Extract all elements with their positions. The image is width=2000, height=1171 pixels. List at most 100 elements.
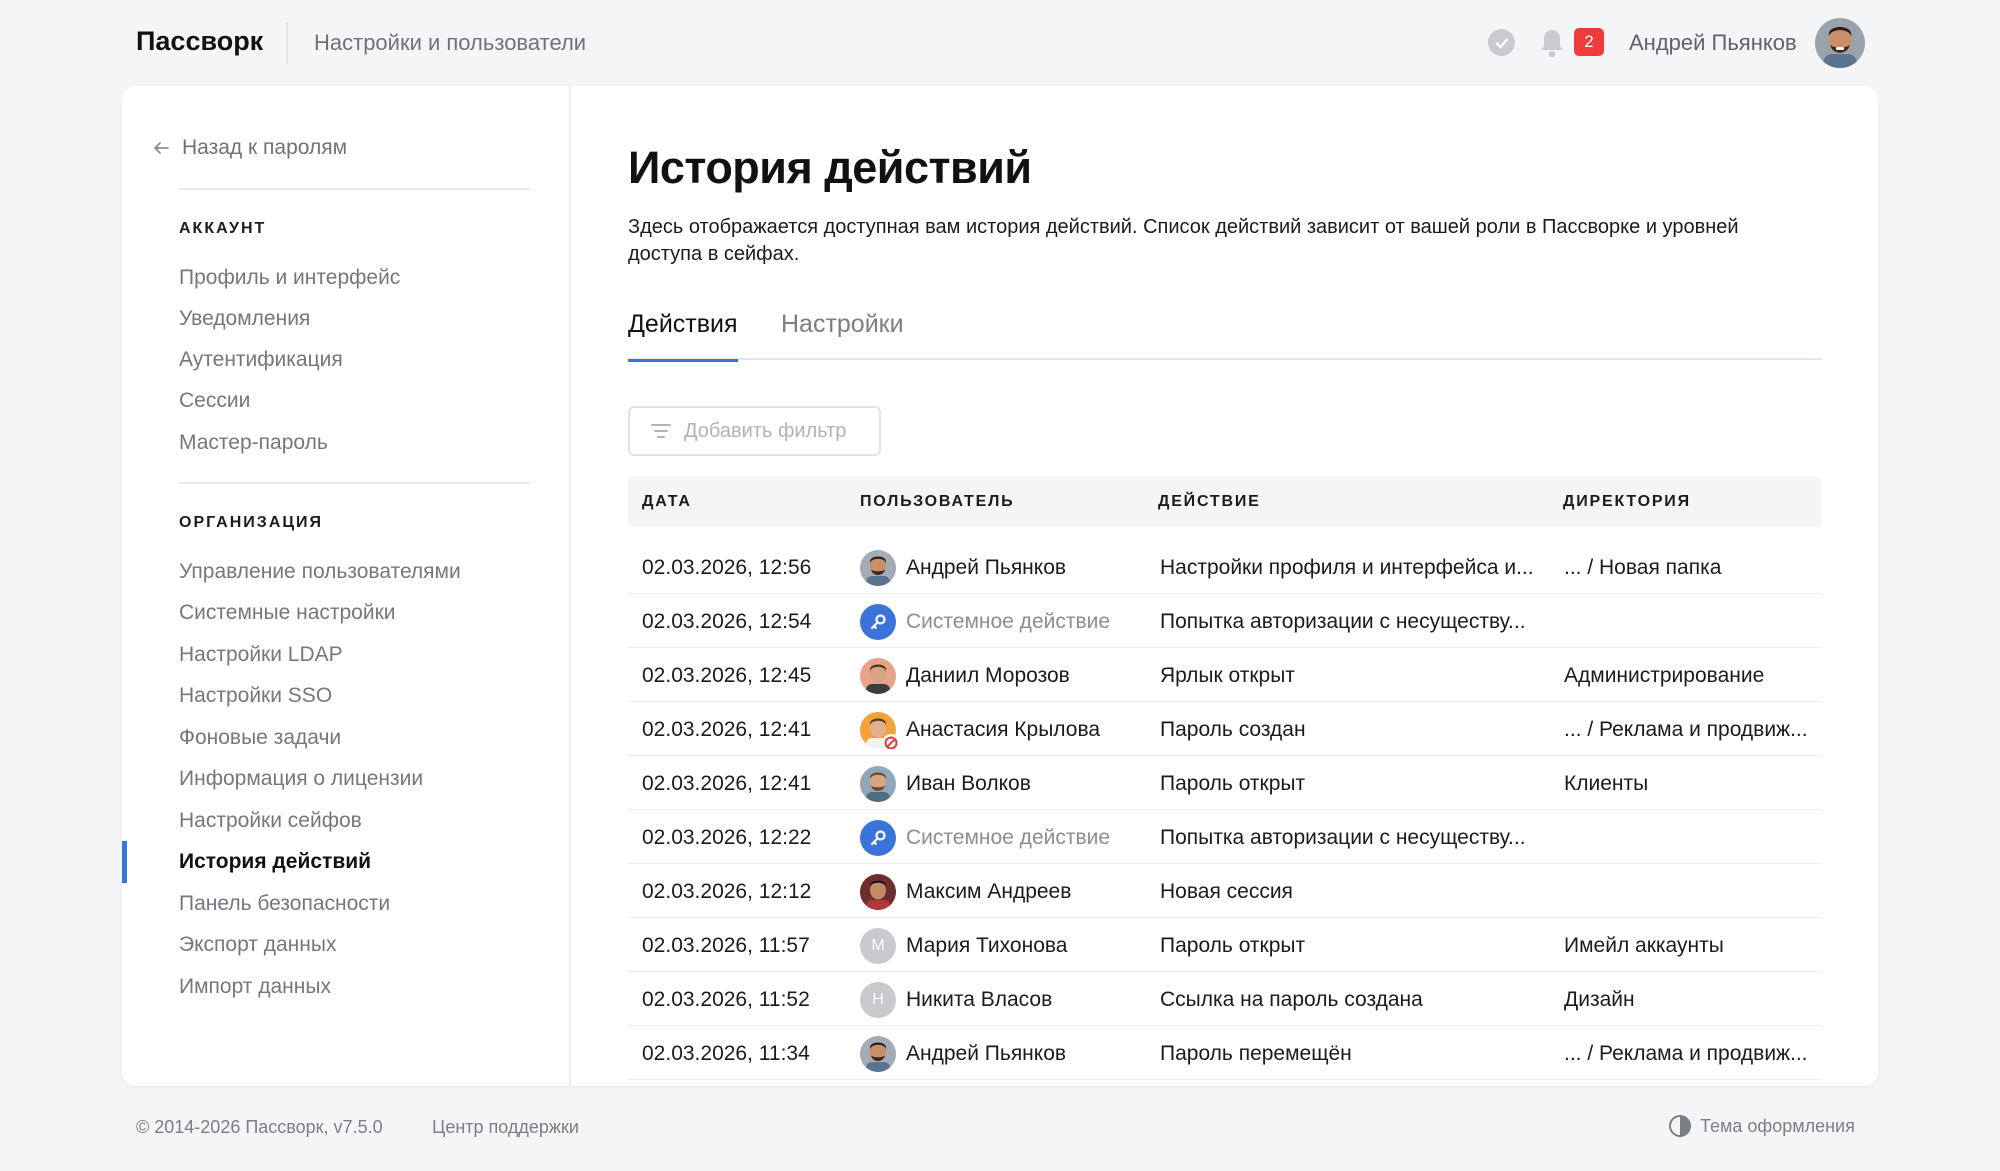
table-row[interactable]: 02.03.2026, 12:22 Системное действие Попыт… bbox=[628, 810, 1822, 864]
table-row[interactable]: 02.03.2026, 12:41 Анастасия Крылова Пароль… bbox=[628, 702, 1822, 756]
current-user-avatar[interactable] bbox=[1815, 18, 1865, 68]
tab-bar: Действия Настройки bbox=[628, 310, 1822, 362]
main-content: История действий Здесь отображается дост… bbox=[571, 86, 1878, 1086]
user-name: Иван Волков bbox=[906, 772, 1031, 795]
column-header-date[interactable]: ДАТА bbox=[642, 493, 692, 511]
system-avatar bbox=[860, 604, 896, 640]
tab-settings[interactable]: Настройки bbox=[781, 310, 904, 360]
sidebar-item-activity-log[interactable]: История действий bbox=[179, 850, 371, 874]
cell-user: Н Никита Власов bbox=[860, 981, 1150, 1019]
support-center-link[interactable]: Центр поддержки bbox=[432, 1117, 579, 1138]
bell-icon[interactable] bbox=[1538, 27, 1566, 59]
sidebar-divider bbox=[179, 482, 529, 484]
avatar bbox=[860, 1036, 896, 1072]
add-filter-button[interactable]: Добавить фильтр bbox=[628, 406, 881, 456]
cell-user: Иван Волков bbox=[860, 765, 1150, 803]
cell-user: Андрей Пьянков bbox=[860, 1035, 1150, 1073]
tab-actions[interactable]: Действия bbox=[628, 310, 738, 362]
cell-user: М Мария Тихонова bbox=[860, 927, 1150, 965]
arrow-left-icon bbox=[154, 142, 169, 154]
cell-action: Ссылка на пароль создана bbox=[1160, 988, 1423, 1011]
cell-date: 02.03.2026, 11:57 bbox=[642, 934, 810, 957]
table-body: 02.03.2026, 12:56 Андрей Пьянков Настройки… bbox=[628, 540, 1822, 1080]
table-row[interactable]: 02.03.2026, 11:57 М Мария Тихонова Пароль о… bbox=[628, 918, 1822, 972]
cell-action: Ярлык открыт bbox=[1160, 664, 1295, 687]
brand-logo[interactable]: Пассворк bbox=[136, 26, 263, 57]
table-row[interactable]: 02.03.2026, 12:41 Иван Волков Пароль откры… bbox=[628, 756, 1822, 810]
avatar bbox=[860, 550, 896, 586]
sidebar-item-security-dashboard[interactable]: Панель безопасности bbox=[179, 892, 390, 916]
cell-action: Пароль открыт bbox=[1160, 772, 1306, 795]
cell-user: Системное действие bbox=[860, 819, 1150, 857]
key-icon bbox=[870, 830, 886, 846]
group-title-organization: ОРГАНИЗАЦИЯ bbox=[179, 514, 324, 531]
section-title: Настройки и пользователи bbox=[314, 30, 587, 55]
notification-badge[interactable]: 2 bbox=[1574, 28, 1604, 56]
sidebar-item-vault-settings[interactable]: Настройки сейфов bbox=[179, 809, 362, 833]
sidebar-item-master-password[interactable]: Мастер-пароль bbox=[179, 431, 328, 455]
cell-directory: ... / Реклама и продвиж... bbox=[1564, 718, 1808, 741]
blocked-icon bbox=[882, 734, 900, 749]
activity-table: ДАТА ПОЛЬЗОВАТЕЛЬ ДЕЙСТВИЕ ДИРЕКТОРИЯ 02… bbox=[628, 477, 1822, 1080]
cell-date: 02.03.2026, 11:34 bbox=[642, 1042, 810, 1065]
cell-directory: ... / Реклама и продвиж... bbox=[1564, 1042, 1808, 1065]
table-row[interactable]: 02.03.2026, 11:34 Андрей Пьянков Пароль пе… bbox=[628, 1026, 1822, 1080]
avatar bbox=[860, 658, 896, 694]
user-name: Даниил Морозов bbox=[906, 664, 1070, 687]
system-avatar bbox=[860, 820, 896, 856]
avatar-photo bbox=[860, 874, 896, 910]
settings-sidebar: Назад к паролям АККАУНТ Профиль и интерф… bbox=[122, 86, 571, 1086]
top-bar: Пассворк Настройки и пользователи 2 Андр… bbox=[0, 0, 2000, 86]
avatar-photo bbox=[860, 658, 896, 694]
cell-action: Попытка авторизации с несуществу... bbox=[1160, 610, 1526, 633]
sidebar-item-authentication[interactable]: Аутентификация bbox=[179, 348, 343, 372]
settings-card: Назад к паролям АККАУНТ Профиль и интерф… bbox=[122, 86, 1878, 1086]
sidebar-divider bbox=[179, 188, 529, 190]
table-header: ДАТА ПОЛЬЗОВАТЕЛЬ ДЕЙСТВИЕ ДИРЕКТОРИЯ bbox=[628, 477, 1822, 527]
table-row[interactable]: 02.03.2026, 12:54 Системное действие Попыт… bbox=[628, 594, 1822, 648]
sidebar-item-sso[interactable]: Настройки SSO bbox=[179, 684, 332, 708]
sidebar-item-import[interactable]: Импорт данных bbox=[179, 975, 331, 999]
avatar-letter: М bbox=[860, 928, 896, 964]
column-header-directory[interactable]: ДИРЕКТОРИЯ bbox=[1563, 493, 1691, 511]
sidebar-item-export[interactable]: Экспорт данных bbox=[179, 933, 336, 957]
user-name: Системное действие bbox=[906, 826, 1111, 849]
sidebar-item-license[interactable]: Информация о лицензии bbox=[179, 767, 423, 791]
theme-toggle[interactable]: Тема оформления bbox=[1668, 1114, 1855, 1138]
sidebar-item-sessions[interactable]: Сессии bbox=[179, 389, 250, 413]
cell-directory: Дизайн bbox=[1564, 988, 1635, 1011]
cell-date: 02.03.2026, 12:41 bbox=[642, 718, 812, 741]
current-user-name[interactable]: Андрей Пьянков bbox=[1629, 30, 1797, 56]
table-row[interactable]: 02.03.2026, 12:12 Максим Андреев Новая сес… bbox=[628, 864, 1822, 918]
avatar-photo bbox=[860, 1036, 896, 1072]
cell-user: Системное действие bbox=[860, 603, 1150, 641]
cell-directory: Администрирование bbox=[1564, 664, 1765, 687]
page-description: Здесь отображается доступная вам история… bbox=[628, 216, 1739, 265]
sidebar-item-notifications[interactable]: Уведомления bbox=[179, 307, 310, 331]
user-name: Максим Андреев bbox=[906, 880, 1072, 903]
cell-date: 02.03.2026, 11:52 bbox=[642, 988, 810, 1011]
table-row[interactable]: 02.03.2026, 12:45 Даниил Морозов Ярлык отк… bbox=[628, 648, 1822, 702]
cell-date: 02.03.2026, 12:45 bbox=[642, 664, 812, 687]
cell-date: 02.03.2026, 12:22 bbox=[642, 826, 812, 849]
column-header-action[interactable]: ДЕЙСТВИЕ bbox=[1158, 493, 1261, 511]
sidebar-item-system-settings[interactable]: Системные настройки bbox=[179, 601, 396, 625]
cell-user: Максим Андреев bbox=[860, 873, 1150, 911]
cell-action: Попытка авторизации с несуществу... bbox=[1160, 826, 1526, 849]
sidebar-item-background-tasks[interactable]: Фоновые задачи bbox=[179, 726, 341, 750]
cell-action: Новая сессия bbox=[1160, 880, 1293, 903]
user-name: Мария Тихонова bbox=[906, 934, 1068, 957]
table-row[interactable]: 02.03.2026, 12:56 Андрей Пьянков Настройки… bbox=[628, 540, 1822, 594]
cell-action: Пароль перемещён bbox=[1160, 1042, 1352, 1065]
back-to-passwords-link[interactable]: Назад к паролям bbox=[152, 136, 347, 160]
theme-label: Тема оформления bbox=[1700, 1115, 1855, 1136]
cell-user: Анастасия Крылова bbox=[860, 711, 1150, 749]
user-name: Никита Власов bbox=[906, 988, 1053, 1011]
sidebar-item-profile[interactable]: Профиль и интерфейс bbox=[179, 266, 400, 290]
sidebar-item-ldap[interactable]: Настройки LDAP bbox=[179, 643, 343, 667]
table-row[interactable]: 02.03.2026, 11:52 Н Никита Власов Ссылка на… bbox=[628, 972, 1822, 1026]
status-check-icon[interactable] bbox=[1488, 29, 1515, 56]
column-header-user[interactable]: ПОЛЬЗОВАТЕЛЬ bbox=[860, 493, 1014, 511]
sidebar-item-user-management[interactable]: Управление пользователями bbox=[179, 560, 461, 584]
cell-directory: ... / Новая папка bbox=[1564, 556, 1722, 579]
